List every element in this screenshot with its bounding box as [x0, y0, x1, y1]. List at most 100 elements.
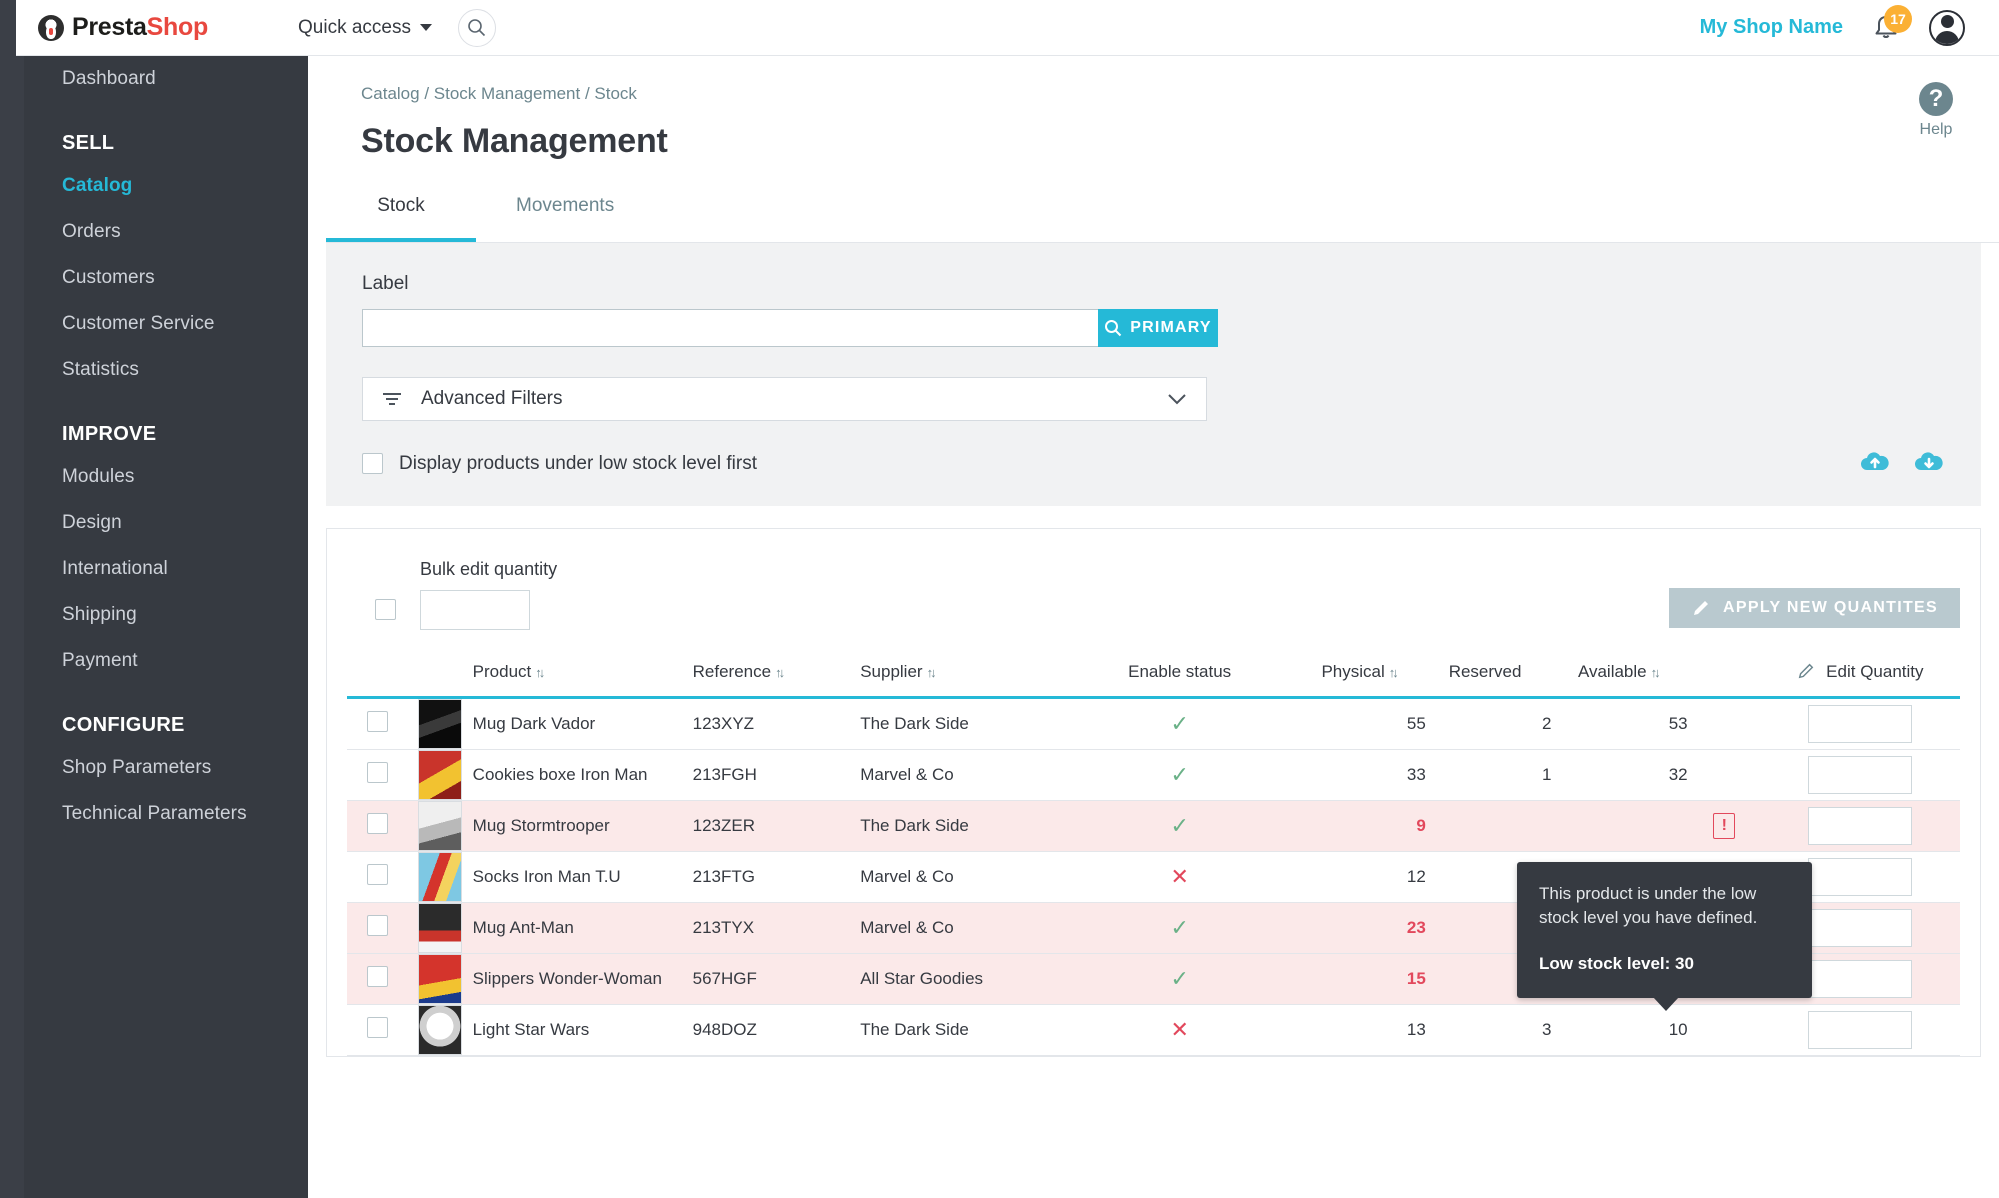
row-select-checkbox[interactable]	[367, 711, 388, 732]
row-warning-cell: !	[1688, 801, 1761, 852]
sidebar-item-shop-parameters[interactable]: Shop Parameters	[24, 745, 308, 791]
row-quantity-input[interactable]	[1808, 960, 1912, 998]
bulk-quantity-input[interactable]	[420, 590, 530, 630]
search-icon	[1104, 319, 1122, 337]
row-warning-cell	[1688, 698, 1761, 750]
sidebar-item-orders[interactable]: Orders	[24, 209, 308, 255]
avatar[interactable]	[1929, 10, 1965, 46]
row-thumbnail-cell	[408, 698, 473, 750]
row-checkbox-cell	[347, 801, 408, 852]
row-reference: 213TYX	[693, 903, 861, 954]
low-stock-first-checkbox[interactable]	[362, 453, 383, 474]
sidebar-item-statistics[interactable]: Statistics	[24, 347, 308, 393]
row-checkbox-cell	[347, 1005, 408, 1056]
advanced-filters-label: Advanced Filters	[421, 388, 563, 410]
row-supplier: The Dark Side	[860, 1005, 1080, 1056]
th-supplier[interactable]: Supplier ↑↓	[860, 652, 1080, 698]
sidebar-section-improve: IMPROVE	[24, 393, 308, 454]
row-reference: 123XYZ	[693, 698, 861, 750]
sidebar-item-customers[interactable]: Customers	[24, 255, 308, 301]
row-quantity-input[interactable]	[1808, 858, 1912, 896]
prestashop-mascot-icon	[38, 15, 64, 41]
quick-access-dropdown[interactable]: Quick access	[298, 17, 432, 39]
chevron-down-icon	[420, 24, 432, 31]
advanced-filters-toggle[interactable]: Advanced Filters	[362, 377, 1207, 421]
sort-icon[interactable]: ↑↓	[775, 665, 782, 680]
sidebar-item-design[interactable]: Design	[24, 500, 308, 546]
sort-icon[interactable]: ↑↓	[535, 665, 542, 680]
header-search-button[interactable]	[458, 9, 496, 47]
row-select-checkbox[interactable]	[367, 966, 388, 987]
bulk-edit-quantity-label: Bulk edit quantity	[420, 559, 557, 580]
row-thumbnail-cell	[408, 954, 473, 1005]
th-image	[408, 652, 473, 698]
th-available[interactable]: Available↑↓	[1551, 652, 1687, 698]
row-supplier: Marvel & Co	[860, 852, 1080, 903]
row-product-name: Socks Iron Man T.U	[473, 852, 693, 903]
sort-icon[interactable]: ↑↓	[1651, 665, 1658, 680]
table-row: Light Star Wars948DOZThe Dark Side✕13310	[347, 1005, 1960, 1056]
tab-bar: Stock Movements	[326, 195, 1999, 243]
sidebar-item-dashboard[interactable]: Dashboard	[24, 56, 308, 102]
row-enable-status: ✓	[1080, 750, 1279, 801]
row-thumbnail-cell	[408, 801, 473, 852]
sidebar-item-international[interactable]: International	[24, 546, 308, 592]
row-physical-qty: 55	[1279, 698, 1426, 750]
prestashop-logo[interactable]: PrestaShop	[38, 13, 298, 42]
sidebar-item-catalog[interactable]: Catalog	[24, 163, 308, 209]
apply-new-quantities-label: APPLY NEW QUANTITES	[1723, 599, 1938, 617]
row-quantity-input[interactable]	[1808, 705, 1912, 743]
sidebar-item-technical-parameters[interactable]: Technical Parameters	[24, 791, 308, 837]
row-enable-status: ✕	[1080, 1005, 1279, 1056]
th-reference[interactable]: Reference↑↓	[693, 652, 861, 698]
low-stock-warning-icon[interactable]: !	[1713, 813, 1735, 839]
row-enable-status: ✓	[1080, 801, 1279, 852]
filter-panel: Label PRIMARY Advanced Filters	[326, 243, 1981, 506]
cloud-upload-button[interactable]	[1859, 449, 1891, 478]
sidebar-item-customer-service[interactable]: Customer Service	[24, 301, 308, 347]
logo-text: PrestaShop	[72, 13, 208, 42]
sort-icon[interactable]: ↑↓	[1389, 665, 1396, 680]
top-header-bar: PrestaShop Quick access My Shop Name 17	[16, 0, 1999, 56]
row-thumbnail-cell	[408, 852, 473, 903]
stock-table-head: Product↑↓ Reference↑↓ Supplier↑↓ Enable …	[347, 652, 1960, 698]
row-reference: 213FGH	[693, 750, 861, 801]
row-select-checkbox[interactable]	[367, 762, 388, 783]
sidebar-item-modules[interactable]: Modules	[24, 454, 308, 500]
tab-stock[interactable]: Stock	[326, 195, 476, 242]
row-physical-qty: 23	[1279, 903, 1426, 954]
sort-icon[interactable]: ↑↓	[927, 665, 934, 680]
mug-stormtrooper-thumb	[418, 801, 462, 851]
table-row: Mug Dark Vador123XYZThe Dark Side✓55253	[347, 698, 1960, 750]
pencil-icon	[1691, 598, 1711, 618]
row-physical-qty: 33	[1279, 750, 1426, 801]
row-enable-status: ✓	[1080, 903, 1279, 954]
help-label: Help	[1919, 121, 1953, 139]
row-quantity-input[interactable]	[1808, 909, 1912, 947]
row-select-checkbox[interactable]	[367, 813, 388, 834]
th-edit-quantity-label: Edit Quantity	[1826, 662, 1923, 681]
search-input[interactable]	[362, 309, 1098, 347]
row-select-checkbox[interactable]	[367, 1017, 388, 1038]
apply-new-quantities-button[interactable]: APPLY NEW QUANTITES	[1669, 588, 1960, 628]
row-thumbnail-cell	[408, 1005, 473, 1056]
avatar-head-icon	[1941, 15, 1954, 28]
row-select-checkbox[interactable]	[367, 864, 388, 885]
search-submit-button[interactable]: PRIMARY	[1098, 309, 1218, 347]
th-product[interactable]: Product↑↓	[473, 652, 693, 698]
cloud-download-button[interactable]	[1913, 449, 1945, 478]
th-physical[interactable]: Physical↑↓	[1279, 652, 1426, 698]
sidebar-item-shipping[interactable]: Shipping	[24, 592, 308, 638]
help-button[interactable]: ? Help	[1919, 82, 1953, 139]
tab-movements[interactable]: Movements	[476, 195, 654, 242]
notifications-button[interactable]: 17	[1869, 11, 1903, 45]
th-supplier-label: Supplier	[860, 662, 922, 681]
row-select-checkbox[interactable]	[367, 915, 388, 936]
shop-name-link[interactable]: My Shop Name	[1700, 16, 1843, 39]
row-supplier: All Star Goodies	[860, 954, 1080, 1005]
row-quantity-input[interactable]	[1808, 756, 1912, 794]
select-all-checkbox[interactable]	[375, 599, 396, 620]
row-quantity-input[interactable]	[1808, 807, 1912, 845]
sidebar-item-payment[interactable]: Payment	[24, 638, 308, 684]
row-quantity-input[interactable]	[1808, 1011, 1912, 1049]
